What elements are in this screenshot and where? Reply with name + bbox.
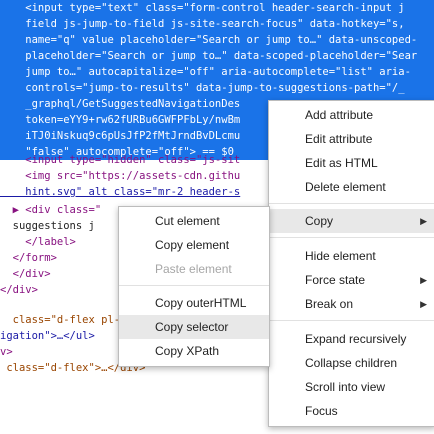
- menu-item-label: Collapse children: [305, 356, 398, 370]
- menu-item-collapse-children[interactable]: Collapse children: [269, 351, 434, 375]
- menu-item-edit-attribute[interactable]: Edit attribute: [269, 127, 434, 151]
- code-line[interactable]: </div>: [0, 282, 38, 298]
- submenu-arrow-icon: ▶: [420, 216, 427, 226]
- menu-item-label: Delete element: [305, 180, 386, 194]
- menu-item-label: Scroll into view: [305, 380, 386, 394]
- menu-item-label: Paste element: [155, 262, 232, 276]
- menu-item-copy[interactable]: Copy ▶: [269, 209, 434, 233]
- menu-item-break-on[interactable]: Break on ▶: [269, 292, 434, 316]
- code-line[interactable]: jump to…" autocapitalize="off" aria-auto…: [0, 64, 434, 80]
- menu-item-label: Hide element: [305, 249, 376, 263]
- menu-item-label: Break on: [305, 297, 354, 311]
- code-line[interactable]: class="d-flex pl-: [0, 312, 120, 328]
- menu-separator: [269, 320, 434, 321]
- menu-item-hide-element[interactable]: Hide element: [269, 244, 434, 268]
- menu-item-delete-element[interactable]: Delete element: [269, 175, 434, 199]
- code-line[interactable]: name="q" value placeholder="Search or ju…: [0, 32, 434, 48]
- menu-item-add-attribute[interactable]: Add attribute: [269, 103, 434, 127]
- menu-item-label: Edit as HTML: [305, 156, 378, 170]
- menu-item-scroll-into-view[interactable]: Scroll into view: [269, 375, 434, 399]
- menu-item-cut-element[interactable]: Cut element: [119, 209, 269, 233]
- menu-item-label: Focus: [305, 404, 338, 418]
- submenu-arrow-icon: ▶: [420, 275, 427, 285]
- menu-item-label: Copy selector: [155, 320, 229, 334]
- code-line[interactable]: <input type="text" class="form-control h…: [0, 0, 434, 16]
- menu-item-label: Cut element: [155, 214, 220, 228]
- copy-submenu: Cut element Copy element Paste element C…: [118, 206, 270, 367]
- code-line[interactable]: </div>: [0, 266, 51, 282]
- code-line[interactable]: ▶ <div class=": [0, 202, 102, 218]
- menu-separator: [269, 203, 434, 204]
- menu-item-label: Edit attribute: [305, 132, 373, 146]
- submenu-arrow-icon: ▶: [420, 299, 427, 309]
- menu-item-copy-outerhtml[interactable]: Copy outerHTML: [119, 291, 269, 315]
- code-line[interactable]: <input type="hidden" class="js-sit: [0, 152, 240, 168]
- menu-item-label: Copy outerHTML: [155, 296, 247, 310]
- menu-separator: [269, 237, 434, 238]
- code-line[interactable]: igation">…</ul>: [0, 328, 95, 344]
- code-line[interactable]: </label>: [0, 234, 76, 250]
- code-line[interactable]: placeholder="Search or jump to…" data-sc…: [0, 48, 434, 64]
- code-line[interactable]: controls="jump-to-results" data-jump-to-…: [0, 80, 434, 96]
- code-line[interactable]: </form>: [0, 250, 57, 266]
- menu-item-copy-xpath[interactable]: Copy XPath: [119, 339, 269, 363]
- code-line[interactable]: suggestions j: [0, 218, 95, 234]
- menu-item-paste-element[interactable]: Paste element: [119, 257, 269, 281]
- menu-item-copy-element[interactable]: Copy element: [119, 233, 269, 257]
- menu-item-expand-recursively[interactable]: Expand recursively: [269, 327, 434, 351]
- menu-item-label: Add attribute: [305, 108, 374, 122]
- menu-item-force-state[interactable]: Force state ▶: [269, 268, 434, 292]
- code-line[interactable]: hint.svg" alt class="mr-2 header-s: [0, 184, 240, 200]
- code-line[interactable]: <img src="https://assets-cdn.githu: [0, 168, 240, 184]
- menu-item-copy-selector[interactable]: Copy selector: [119, 315, 269, 339]
- code-line[interactable]: v>: [0, 344, 13, 360]
- code-line[interactable]: field js-jump-to-field js-site-search-fo…: [0, 16, 434, 32]
- context-menu: Add attribute Edit attribute Edit as HTM…: [268, 100, 434, 427]
- menu-item-label: Copy element: [155, 238, 230, 252]
- menu-item-label: Expand recursively: [305, 332, 407, 346]
- menu-item-focus[interactable]: Focus: [269, 399, 434, 423]
- menu-separator: [119, 285, 269, 286]
- menu-item-edit-as-html[interactable]: Edit as HTML: [269, 151, 434, 175]
- menu-item-label: Copy XPath: [155, 344, 220, 358]
- menu-item-label: Force state: [305, 273, 366, 287]
- menu-item-label: Copy: [305, 214, 334, 228]
